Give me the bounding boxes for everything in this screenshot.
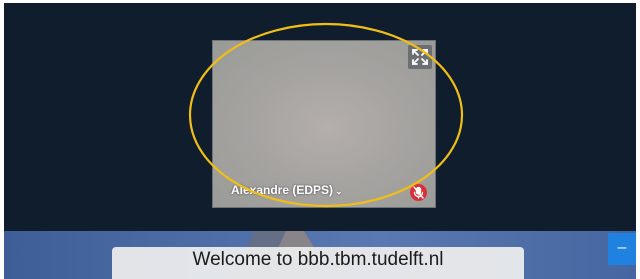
presentation-slide: Welcome to bbb.tbm.tudelft.nl bbox=[4, 231, 636, 279]
collapse-panel-button[interactable]: – bbox=[608, 233, 636, 265]
participant-name-label: Alexandre (EDPS) bbox=[231, 183, 334, 197]
muted-microphone-icon bbox=[410, 184, 427, 201]
chevron-down-icon: ⌄ bbox=[335, 186, 343, 196]
welcome-message-box: Welcome to bbb.tbm.tudelft.nl bbox=[112, 247, 524, 279]
meeting-window: Alexandre (EDPS) ⌄ Welcome to bbb.tbm.tud… bbox=[4, 3, 636, 279]
welcome-title: Welcome to bbb.tbm.tudelft.nl bbox=[192, 249, 444, 270]
fullscreen-icon bbox=[412, 49, 428, 65]
fullscreen-button[interactable] bbox=[408, 45, 432, 69]
participant-name-dropdown[interactable]: Alexandre (EDPS) ⌄ bbox=[231, 183, 343, 197]
webcam-video-tile[interactable]: Alexandre (EDPS) ⌄ bbox=[212, 40, 436, 208]
